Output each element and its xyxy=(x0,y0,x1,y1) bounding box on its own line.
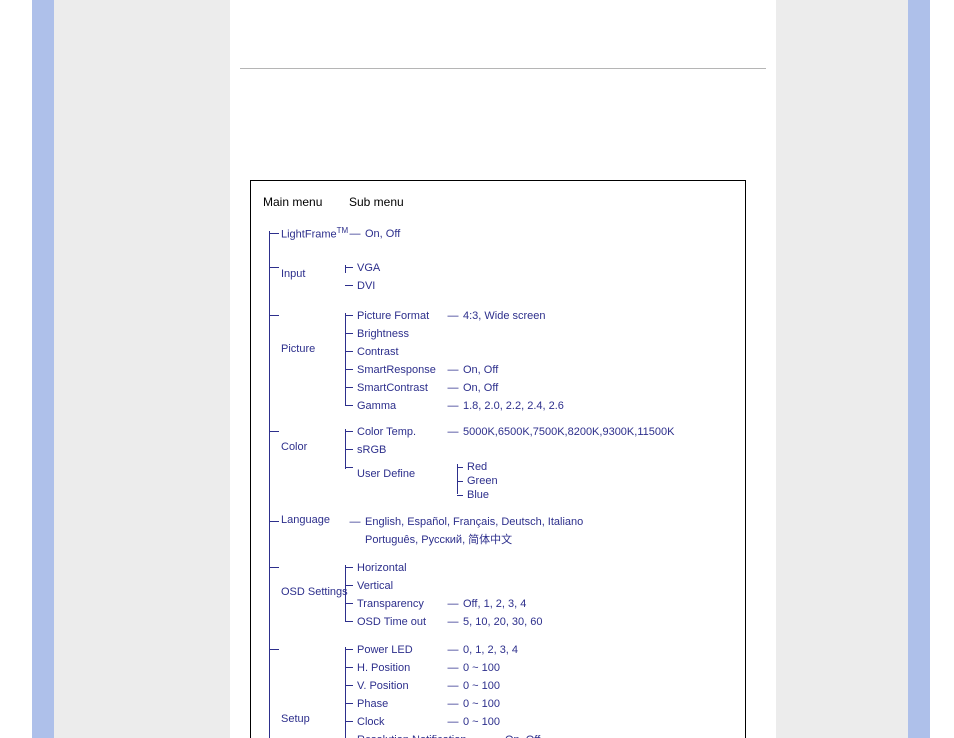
picture-smartresponse: SmartResponse — On, Off xyxy=(345,361,733,379)
lightframe-values: On, Off xyxy=(365,226,400,242)
picture-format: Picture Format — 4:3, Wide screen xyxy=(345,307,733,325)
userdefine-red: Red xyxy=(457,460,498,474)
dash-icon: — xyxy=(345,226,365,242)
top-rule xyxy=(240,68,766,69)
header-main-menu: Main menu xyxy=(263,195,349,209)
color-userdefine: User Define Red Green Blue xyxy=(345,459,733,503)
color-temp: Color Temp. — 5000K,6500K,7500K,8200K,93… xyxy=(345,423,733,441)
osd-menu-box: Main menu Sub menu LightFrameTM — On, Of… xyxy=(250,180,746,738)
header-sub-menu: Sub menu xyxy=(349,195,404,209)
setup-clock: Clock — 0 ~ 100 xyxy=(345,713,733,731)
setup-powerled: Power LED — 0, 1, 2, 3, 4 xyxy=(345,641,733,659)
setup-resnotif: Resolution Notification — On, Off xyxy=(345,731,733,738)
menu-lightframe: LightFrameTM — On, Off xyxy=(269,225,733,259)
osd-timeout: OSD Time out — 5, 10, 20, 30, 60 xyxy=(345,613,733,631)
menu-osd-settings: OSD Settings Horizontal Vertical Transpa… xyxy=(269,559,733,641)
menu-setup: Setup Power LED — 0, 1, 2, 3, 4 H. Posit… xyxy=(269,641,733,738)
picture-contrast: Contrast xyxy=(345,343,733,361)
margin-band-left xyxy=(32,0,54,738)
osd-transparency: Transparency — Off, 1, 2, 3, 4 xyxy=(345,595,733,613)
gray-band-right xyxy=(776,0,908,738)
picture-smartcontrast: SmartContrast — On, Off xyxy=(345,379,733,397)
page-area: Main menu Sub menu LightFrameTM — On, Of… xyxy=(230,0,776,738)
menu-tree: LightFrameTM — On, Off Input VGA xyxy=(269,225,733,738)
setup-hposition: H. Position — 0 ~ 100 xyxy=(345,659,733,677)
input-dvi: DVI xyxy=(345,277,733,295)
input-vga: VGA xyxy=(345,259,733,277)
gray-band-left xyxy=(54,0,230,738)
color-srgb: sRGB xyxy=(345,441,733,459)
userdefine-blue: Blue xyxy=(457,488,498,502)
picture-gamma: Gamma — 1.8, 2.0, 2.2, 2.4, 2.6 xyxy=(345,397,733,415)
menu-language: Language — English, Español, Français, D… xyxy=(269,513,733,559)
margin-band-right xyxy=(908,0,930,738)
osd-horizontal: Horizontal xyxy=(345,559,733,577)
menu-picture: Picture Picture Format — 4:3, Wide scree… xyxy=(269,307,733,423)
menu-input: Input VGA DVI xyxy=(269,259,733,307)
setup-vposition: V. Position — 0 ~ 100 xyxy=(345,677,733,695)
osd-vertical: Vertical xyxy=(345,577,733,595)
language-line1: English, Español, Français, Deutsch, Ita… xyxy=(365,514,583,530)
menu-color: Color Color Temp. — 5000K,6500K,7500K,82… xyxy=(269,423,733,513)
picture-brightness: Brightness xyxy=(345,325,733,343)
column-headers: Main menu Sub menu xyxy=(263,195,733,209)
setup-phase: Phase — 0 ~ 100 xyxy=(345,695,733,713)
document-viewport: Main menu Sub menu LightFrameTM — On, Of… xyxy=(0,0,954,738)
language-line2: Português, Русский, 简体中文 xyxy=(365,532,512,548)
userdefine-green: Green xyxy=(457,474,498,488)
